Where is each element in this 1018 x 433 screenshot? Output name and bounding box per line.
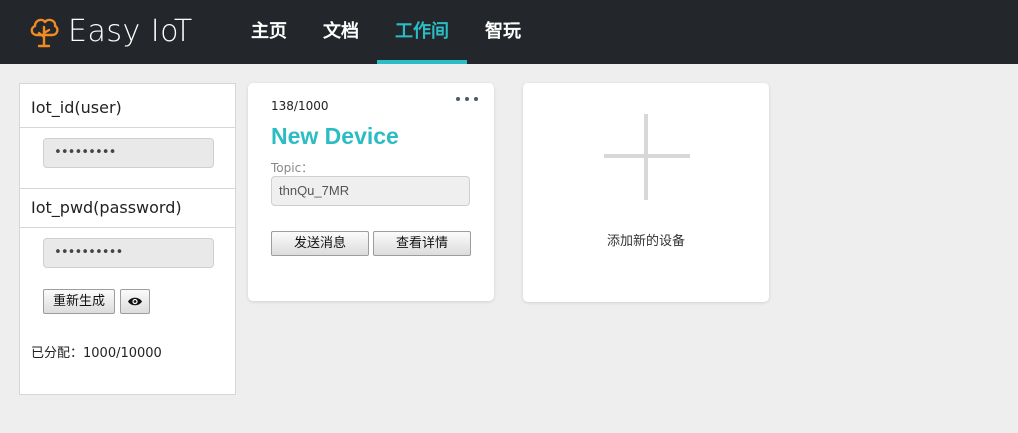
iot-id-field[interactable]: ••••••••• <box>43 138 214 168</box>
nav-docs[interactable]: 文档 <box>322 0 360 64</box>
brand[interactable]: Easy IoT <box>28 14 193 50</box>
nav-play[interactable]: 智玩 <box>484 0 522 64</box>
iot-pwd-field[interactable]: •••••••••• <box>43 238 214 268</box>
topic-label: Topic： <box>271 161 314 175</box>
eye-icon <box>128 297 142 306</box>
regenerate-button[interactable]: 重新生成 <box>43 289 115 314</box>
credentials-panel: Iot_id(user) ••••••••• Iot_pwd(password)… <box>19 83 236 395</box>
cloud-tree-logo-icon <box>30 18 59 48</box>
nav-workspace[interactable]: 工作间 <box>377 0 467 64</box>
topic-field[interactable]: thnQu_7MR <box>271 176 470 206</box>
plus-icon-vertical <box>644 114 648 200</box>
brand-name: Easy IoT <box>68 14 193 49</box>
more-options-icon[interactable] <box>455 95 481 103</box>
device-name: New Device <box>271 123 399 149</box>
add-device-card[interactable]: 添加新的设备 <box>523 83 769 302</box>
device-card: 138/1000 New Device Topic： thnQu_7MR 发送消… <box>248 83 494 301</box>
allocated-count: 已分配：1000/10000 <box>31 346 162 361</box>
toggle-visibility-button[interactable] <box>120 289 150 314</box>
add-device-label: 添加新的设备 <box>606 234 685 249</box>
view-details-button[interactable]: 查看详情 <box>373 231 471 256</box>
nav-home[interactable]: 主页 <box>250 0 288 64</box>
top-navbar: Easy IoT 主页 文档 工作间 智玩 <box>0 0 1018 64</box>
iot-pwd-label: Iot_pwd(password) <box>20 188 235 228</box>
device-message-count: 138/1000 <box>271 99 329 113</box>
iot-id-label: Iot_id(user) <box>20 88 235 128</box>
send-message-button[interactable]: 发送消息 <box>271 231 369 256</box>
